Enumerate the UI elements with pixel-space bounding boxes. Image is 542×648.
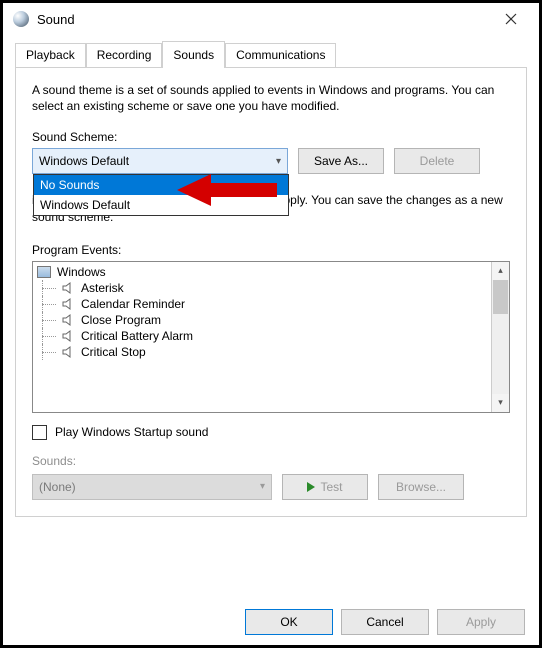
speaker-icon: [61, 313, 75, 327]
event-item[interactable]: Close Program: [33, 312, 491, 328]
button-label: Delete: [420, 154, 455, 168]
sounds-combobox: (None) ▾: [32, 474, 272, 500]
sound-icon: [13, 11, 29, 27]
window-title: Sound: [37, 12, 75, 27]
speaker-icon: [61, 345, 75, 359]
option-label: Windows Default: [40, 198, 130, 212]
option-label: No Sounds: [40, 178, 99, 192]
events-label: Program Events:: [32, 243, 510, 257]
tab-label: Playback: [26, 48, 75, 62]
speaker-icon: [61, 297, 75, 311]
scroll-thumb[interactable]: [493, 280, 508, 314]
tab-label: Communications: [236, 48, 325, 62]
scroll-up-icon[interactable]: ▴: [492, 262, 509, 280]
event-item[interactable]: Critical Stop: [33, 344, 491, 360]
button-label: Save As...: [314, 154, 368, 168]
dialog-footer: OK Cancel Apply: [245, 609, 525, 635]
scheme-option-no-sounds[interactable]: No Sounds: [34, 175, 288, 195]
chevron-down-icon: ▾: [260, 481, 265, 492]
scheme-label: Sound Scheme:: [32, 130, 510, 144]
event-label: Critical Battery Alarm: [81, 329, 193, 343]
scheme-description: A sound theme is a set of sounds applied…: [32, 82, 510, 114]
event-item[interactable]: Critical Battery Alarm: [33, 328, 491, 344]
speaker-icon: [61, 329, 75, 343]
event-label: Calendar Reminder: [81, 297, 185, 311]
delete-button[interactable]: Delete: [394, 148, 480, 174]
event-item[interactable]: Asterisk: [33, 280, 491, 296]
button-label: Test: [320, 480, 342, 494]
button-label: Apply: [466, 615, 496, 629]
tab-label: Sounds: [173, 48, 214, 62]
sounds-panel: A sound theme is a set of sounds applied…: [15, 67, 527, 517]
combo-value: Windows Default: [39, 154, 129, 168]
close-icon: [505, 13, 517, 25]
sound-scheme-dropdown: No Sounds Windows Default: [33, 174, 289, 216]
save-as-button[interactable]: Save As...: [298, 148, 384, 174]
browse-button: Browse...: [378, 474, 464, 500]
events-root-label: Windows: [57, 265, 106, 279]
sounds-label: Sounds:: [32, 454, 510, 468]
scroll-down-icon[interactable]: ▾: [492, 394, 509, 412]
titlebar: Sound: [3, 3, 539, 35]
tab-label: Recording: [97, 48, 152, 62]
sound-scheme-combobox[interactable]: Windows Default ▾ No Sounds Windows Defa…: [32, 148, 288, 174]
startup-sound-label: Play Windows Startup sound: [55, 425, 208, 439]
event-label: Critical Stop: [81, 345, 146, 359]
apply-button[interactable]: Apply: [437, 609, 525, 635]
tab-playback[interactable]: Playback: [15, 43, 86, 67]
tab-recording[interactable]: Recording: [86, 43, 163, 67]
speaker-icon: [61, 281, 75, 295]
program-events-list[interactable]: Windows Asterisk Calendar Reminder Close…: [32, 261, 510, 413]
events-scrollbar[interactable]: ▴ ▾: [491, 262, 509, 412]
chevron-down-icon: ▾: [276, 156, 281, 167]
combo-value: (None): [39, 480, 76, 494]
tab-sounds[interactable]: Sounds: [162, 41, 225, 68]
button-label: Browse...: [396, 480, 446, 494]
events-root-windows[interactable]: Windows: [33, 264, 491, 280]
ok-button[interactable]: OK: [245, 609, 333, 635]
scheme-option-windows-default[interactable]: Windows Default: [34, 195, 288, 215]
tab-communications[interactable]: Communications: [225, 43, 336, 67]
startup-sound-checkbox[interactable]: [32, 425, 47, 440]
tab-bar: Playback Recording Sounds Communications: [15, 41, 527, 67]
button-label: OK: [280, 615, 297, 629]
event-item[interactable]: Calendar Reminder: [33, 296, 491, 312]
close-button[interactable]: [491, 5, 531, 33]
event-label: Close Program: [81, 313, 161, 327]
play-icon: [307, 482, 315, 492]
cancel-button[interactable]: Cancel: [341, 609, 429, 635]
test-button: Test: [282, 474, 368, 500]
button-label: Cancel: [366, 615, 403, 629]
windows-icon: [37, 266, 51, 278]
event-label: Asterisk: [81, 281, 124, 295]
